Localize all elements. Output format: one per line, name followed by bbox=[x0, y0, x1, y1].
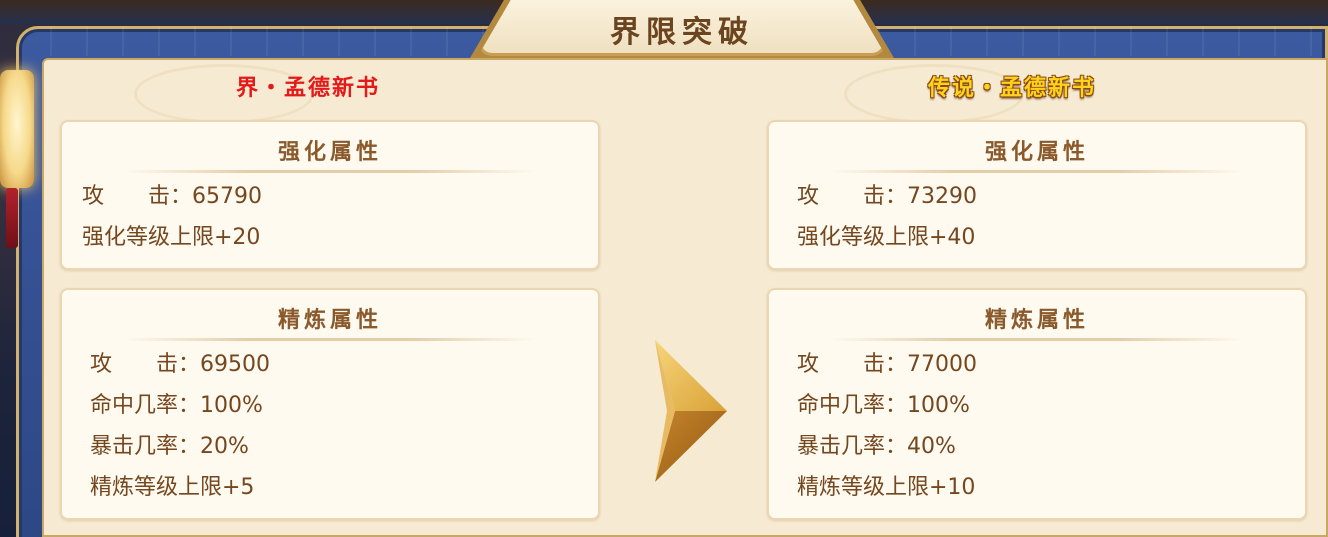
divider bbox=[829, 338, 1245, 341]
stat-attack: 攻 击：65790 bbox=[82, 184, 262, 209]
lantern-tassel bbox=[6, 188, 18, 248]
title-tab: 界限突破 bbox=[478, 0, 886, 56]
current-refine-box: 精炼属性 攻 击：69500 命中几率：100% 暴击几率：20% 精炼等级上限… bbox=[60, 288, 600, 520]
stat-attack: 攻 击：73290 bbox=[797, 184, 977, 209]
stat-crit-rate: 暴击几率：40% bbox=[797, 434, 956, 459]
divider bbox=[122, 338, 538, 341]
gold-arrow-right-icon bbox=[655, 340, 727, 482]
item-name-next: 传说・孟德新书 bbox=[928, 75, 1097, 101]
stat-enhance-cap: 强化等级上限+20 bbox=[82, 225, 261, 250]
box-title: 强化属性 bbox=[984, 139, 1089, 165]
stat-refine-cap: 精炼等级上限+5 bbox=[90, 475, 255, 500]
box-title: 强化属性 bbox=[277, 139, 382, 165]
stat-attack: 攻 击：69500 bbox=[90, 352, 270, 377]
box-title: 精炼属性 bbox=[277, 307, 382, 333]
next-refine-box: 精炼属性 攻 击：77000 命中几率：100% 暴击几率：40% 精炼等级上限… bbox=[767, 288, 1307, 520]
box-title: 精炼属性 bbox=[984, 307, 1089, 333]
stat-attack: 攻 击：77000 bbox=[797, 352, 977, 377]
lantern-icon bbox=[0, 70, 34, 188]
item-name-current: 界・孟德新书 bbox=[236, 75, 381, 101]
divider bbox=[122, 170, 538, 173]
next-enhance-box: 强化属性 攻 击：73290 强化等级上限+40 bbox=[767, 120, 1307, 270]
stat-hit-rate: 命中几率：100% bbox=[797, 393, 970, 418]
stat-enhance-cap: 强化等级上限+40 bbox=[797, 225, 976, 250]
stat-crit-rate: 暴击几率：20% bbox=[90, 434, 249, 459]
current-enhance-box: 强化属性 攻 击：65790 强化等级上限+20 bbox=[60, 120, 600, 270]
stat-refine-cap: 精炼等级上限+10 bbox=[797, 475, 976, 500]
stat-hit-rate: 命中几率：100% bbox=[90, 393, 263, 418]
divider bbox=[829, 170, 1245, 173]
page-title: 界限突破 bbox=[610, 14, 754, 50]
